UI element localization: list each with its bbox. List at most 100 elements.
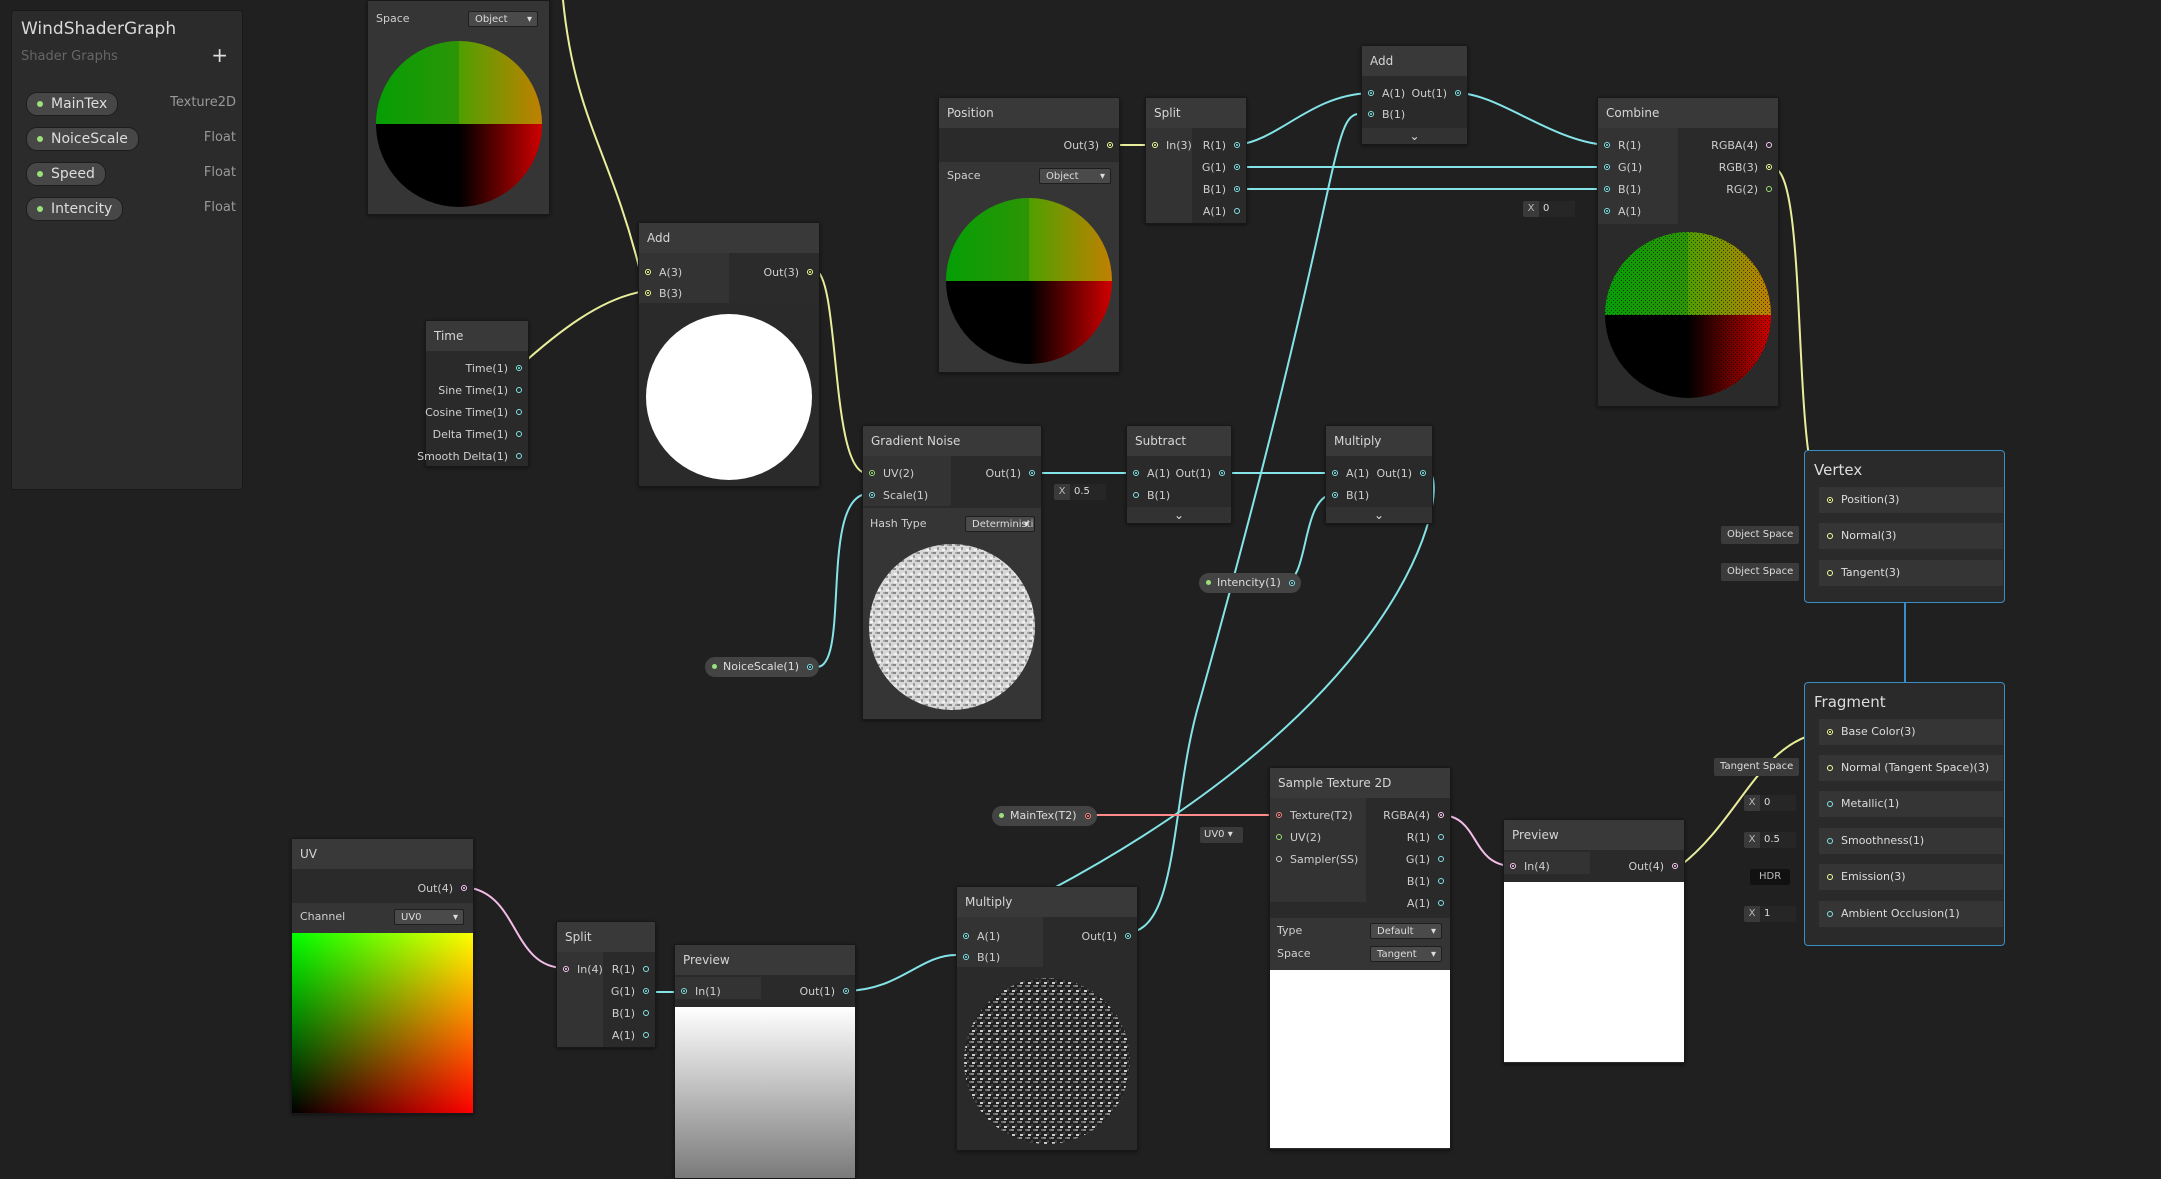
output-port-r[interactable]: R(1) bbox=[612, 962, 655, 978]
space-dropdown[interactable]: Object bbox=[1039, 168, 1111, 184]
output-port-a[interactable]: A(1) bbox=[1407, 896, 1450, 912]
node-split[interactable]: Split In(3) R(1) G(1) B(1) A(1) bbox=[1145, 97, 1247, 224]
slot-position[interactable]: Position(3) bbox=[1819, 487, 2003, 513]
node-time[interactable]: Time Time(1) Sine Time(1) Cosine Time(1)… bbox=[417, 320, 529, 467]
output-port-rgba[interactable]: RGBA(4) bbox=[1711, 138, 1778, 154]
node-preview[interactable]: Preview In(1) Out(1) bbox=[674, 944, 856, 1179]
property-pill[interactable]: Intencity bbox=[26, 197, 124, 221]
ambient-occlusion-input[interactable]: X1 bbox=[1744, 906, 1796, 922]
input-port-in[interactable]: In(4) bbox=[1504, 859, 1550, 875]
node-gradient-noise[interactable]: Gradient Noise UV(2) Scale(1) Out(1) Has… bbox=[862, 425, 1042, 720]
space-dropdown[interactable]: Tangent bbox=[1370, 946, 1442, 962]
property-pill[interactable]: MainTex bbox=[26, 92, 119, 116]
input-port-a[interactable]: A(1) bbox=[1362, 86, 1405, 102]
input-port-a[interactable]: A(1) bbox=[1598, 204, 1641, 220]
master-vertex[interactable]: Vertex Position(3) Normal(3) Tangent(3) bbox=[1804, 450, 2005, 603]
node-uv[interactable]: UV Out(4) Channel UV0 bbox=[291, 838, 474, 1114]
output-port-b[interactable]: B(1) bbox=[1407, 874, 1450, 890]
output-port-g[interactable]: G(1) bbox=[1406, 852, 1450, 868]
output-port-out[interactable]: Out(1) bbox=[985, 466, 1041, 482]
uv-channel-value[interactable]: UV0 bbox=[1204, 829, 1225, 840]
output-port-rgba[interactable]: RGBA(4) bbox=[1383, 808, 1450, 824]
collapse-chevron-icon[interactable]: ⌄ bbox=[1326, 507, 1432, 523]
input-port-b[interactable]: B(1) bbox=[1326, 488, 1369, 504]
slot-tangent[interactable]: Tangent(3) bbox=[1819, 560, 2003, 586]
node-position-top[interactable]: Space Object bbox=[367, 0, 550, 215]
input-port-b[interactable]: B(1) bbox=[1362, 107, 1405, 123]
output-port-out[interactable]: Out(1) bbox=[1411, 86, 1467, 102]
node-add[interactable]: Add A(3) B(3) Out(3) bbox=[638, 222, 820, 487]
slot-smoothness[interactable]: Smoothness(1) bbox=[1819, 828, 2003, 854]
slot-normal-tangent[interactable]: Normal (Tangent Space)(3) bbox=[1819, 755, 2003, 781]
slot-ambient-occlusion[interactable]: Ambient Occlusion(1) bbox=[1819, 901, 2003, 927]
output-port-r[interactable]: R(1) bbox=[1407, 830, 1450, 846]
type-dropdown[interactable]: Default bbox=[1370, 923, 1442, 939]
slot-metallic[interactable]: Metallic(1) bbox=[1819, 791, 2003, 817]
input-port-b[interactable]: B(1) bbox=[1598, 182, 1641, 198]
value-field[interactable]: 1 bbox=[1760, 906, 1796, 922]
output-port-time[interactable]: Time(1) bbox=[465, 361, 528, 377]
normal-space-tag[interactable]: Object Space bbox=[1721, 526, 1800, 544]
input-port-a[interactable]: A(3) bbox=[639, 265, 682, 281]
node-preview[interactable]: Preview In(4) Out(4) bbox=[1503, 819, 1685, 1064]
slot-normal[interactable]: Normal(3) bbox=[1819, 523, 2003, 549]
hash-type-dropdown[interactable]: Deterministic bbox=[965, 516, 1035, 532]
output-port-smooth-delta[interactable]: Smooth Delta(1) bbox=[417, 449, 528, 465]
value-field[interactable]: 0 bbox=[1760, 795, 1796, 811]
output-port-out[interactable]: Out(3) bbox=[1063, 138, 1119, 154]
output-port-a[interactable]: A(1) bbox=[612, 1028, 655, 1044]
output-port-out[interactable]: Out(4) bbox=[1628, 859, 1684, 875]
property-row-maintex[interactable]: MainTex Texture2D bbox=[26, 91, 236, 116]
channel-dropdown[interactable]: UV0 bbox=[394, 909, 464, 925]
property-row-noicescale[interactable]: NoiceScale Float bbox=[26, 126, 236, 151]
node-combine[interactable]: Combine R(1) G(1) B(1) A(1) RGBA(4) RGB(… bbox=[1597, 97, 1779, 407]
subtract-b-input[interactable]: X 0.5 bbox=[1054, 484, 1106, 500]
normal-tangent-space-tag[interactable]: Tangent Space bbox=[1714, 758, 1800, 776]
output-port-cosine-time[interactable]: Cosine Time(1) bbox=[425, 405, 528, 421]
node-position[interactable]: Position Out(3) Space Object bbox=[938, 97, 1120, 373]
output-port-r[interactable]: R(1) bbox=[1203, 138, 1246, 154]
output-port-sine-time[interactable]: Sine Time(1) bbox=[438, 383, 528, 399]
input-port-a[interactable]: A(1) bbox=[1326, 466, 1369, 482]
uv-channel-selector[interactable]: UV0 ▾ bbox=[1200, 827, 1243, 843]
value-field[interactable]: 0 bbox=[1539, 201, 1575, 217]
input-port-texture[interactable]: Texture(T2) bbox=[1270, 808, 1353, 824]
output-port-delta-time[interactable]: Delta Time(1) bbox=[433, 427, 528, 443]
node-subtract[interactable]: Subtract A(1) B(1) Out(1) ⌄ bbox=[1126, 425, 1232, 524]
input-port-in[interactable]: In(3) bbox=[1146, 138, 1192, 154]
tangent-space-tag[interactable]: Object Space bbox=[1721, 563, 1800, 581]
value-field[interactable]: 0.5 bbox=[1070, 484, 1106, 500]
input-port-uv[interactable]: UV(2) bbox=[1270, 830, 1321, 846]
value-field[interactable]: 0.5 bbox=[1760, 832, 1796, 848]
input-port-sampler[interactable]: Sampler(SS) bbox=[1270, 852, 1358, 868]
output-port-g[interactable]: G(1) bbox=[611, 984, 655, 1000]
output-port-b[interactable]: B(1) bbox=[612, 1006, 655, 1022]
node-multiply[interactable]: Multiply A(1) B(1) Out(1) bbox=[956, 886, 1138, 1151]
output-port-out[interactable]: Out(1) bbox=[1081, 929, 1137, 945]
property-pill[interactable]: Speed bbox=[26, 162, 106, 186]
metallic-input[interactable]: X0 bbox=[1744, 795, 1796, 811]
output-port-rgb[interactable]: RGB(3) bbox=[1719, 160, 1778, 176]
property-row-speed[interactable]: Speed Float bbox=[26, 161, 236, 186]
output-port-out[interactable]: Out(4) bbox=[417, 881, 473, 897]
input-port-b[interactable]: B(1) bbox=[1127, 488, 1170, 504]
input-port-b[interactable]: B(3) bbox=[639, 286, 682, 302]
input-port-uv[interactable]: UV(2) bbox=[863, 466, 914, 482]
node-add[interactable]: Add A(1) B(1) Out(1) ⌄ bbox=[1361, 45, 1468, 145]
slot-base-color[interactable]: Base Color(3) bbox=[1819, 719, 2003, 745]
property-node-intencity[interactable]: Intencity(1) bbox=[1199, 573, 1301, 593]
node-sample-texture-2d[interactable]: Sample Texture 2D Texture(T2) UV(2) Samp… bbox=[1269, 767, 1451, 1150]
output-port-out[interactable]: Out(1) bbox=[1175, 466, 1231, 482]
input-port-a[interactable]: A(1) bbox=[957, 929, 1000, 945]
output-port-b[interactable]: B(1) bbox=[1203, 182, 1246, 198]
smoothness-input[interactable]: X 0.5 bbox=[1744, 832, 1796, 848]
space-dropdown[interactable]: Object bbox=[468, 11, 538, 27]
add-property-button[interactable]: + bbox=[211, 43, 228, 67]
node-multiply[interactable]: Multiply A(1) B(1) Out(1) ⌄ bbox=[1325, 425, 1433, 524]
property-row-intencity[interactable]: Intencity Float bbox=[26, 196, 236, 221]
input-port-g[interactable]: G(1) bbox=[1598, 160, 1642, 176]
combine-a-input[interactable]: X0 bbox=[1523, 201, 1575, 217]
node-split[interactable]: Split In(4) R(1) G(1) B(1) A(1) bbox=[556, 921, 656, 1048]
output-port-rg[interactable]: RG(2) bbox=[1726, 182, 1778, 198]
emission-hdr-color[interactable]: HDR bbox=[1750, 869, 1791, 885]
